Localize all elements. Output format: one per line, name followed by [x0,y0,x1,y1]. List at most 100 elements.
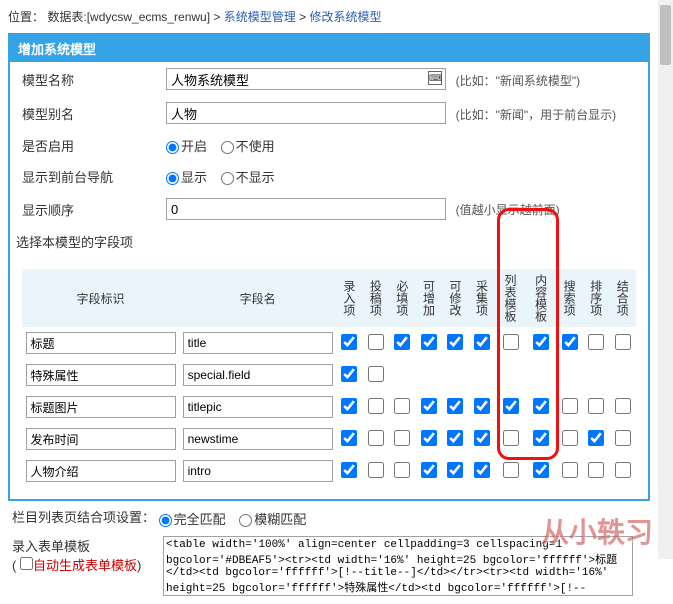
field-checkbox[interactable] [533,430,549,446]
field-id-input[interactable] [26,396,176,418]
field-name-input[interactable] [183,460,333,482]
field-checkbox[interactable] [474,462,490,478]
field-checkbox[interactable] [447,398,463,414]
th-sort-item: 排序项 [583,269,610,327]
field-checkbox[interactable] [394,430,410,446]
field-checkbox[interactable] [474,398,490,414]
breadcrumb-datasource: 数据表:[wdycsw_ecms_renwu] [47,10,210,24]
table-row [22,391,636,423]
field-checkbox[interactable] [394,398,410,414]
settings-label: 栏目列表页结合项设置： [8,510,155,525]
window-scrollbar[interactable] [658,0,673,559]
table-row [22,327,636,359]
label-show-nav: 显示到前台导航 [10,161,160,192]
match-full-radio[interactable] [159,514,172,527]
auto-gen-checkbox[interactable] [20,557,33,570]
field-checkbox[interactable] [368,334,384,350]
field-name-input[interactable] [183,364,333,386]
field-checkbox[interactable] [588,462,604,478]
field-checkbox[interactable] [533,398,549,414]
enable-off-radio[interactable] [221,141,234,154]
field-checkbox[interactable] [394,334,410,350]
match-full-label: 完全匹配 [174,512,226,527]
order-input[interactable] [166,198,446,220]
field-checkbox[interactable] [503,398,519,414]
field-checkbox[interactable] [533,334,549,350]
enable-on-label: 开启 [181,139,207,154]
th-collect-item: 采集项 [469,269,496,327]
field-checkbox[interactable] [421,398,437,414]
field-checkbox[interactable] [447,334,463,350]
field-checkbox[interactable] [562,334,578,350]
field-checkbox[interactable] [341,462,357,478]
fields-table: 字段标识 字段名 录入项 投稿项 必填项 可增加 可修改 采集项 列表模板 内容… [22,269,636,487]
th-submit-item: 投稿项 [363,269,390,327]
model-name-input[interactable] [166,68,446,90]
field-id-input[interactable] [26,332,176,354]
field-name-input[interactable] [183,428,333,450]
field-checkbox[interactable] [615,334,631,350]
field-checkbox[interactable] [588,334,604,350]
th-content-tpl: 内容模板 [526,269,557,327]
template-textarea[interactable] [163,536,633,596]
breadcrumb-link-model-mgmt[interactable]: 系统模型管理 [224,10,296,24]
field-checkbox[interactable] [562,398,578,414]
match-fuzzy-radio[interactable] [239,514,252,527]
scrollbar-thumb[interactable] [660,5,671,65]
field-checkbox[interactable] [341,366,357,382]
show-off-radio[interactable] [221,172,234,185]
field-checkbox[interactable] [421,462,437,478]
th-search-item: 搜索项 [556,269,583,327]
field-checkbox[interactable] [588,398,604,414]
field-checkbox[interactable] [533,462,549,478]
field-checkbox[interactable] [421,334,437,350]
field-checkbox[interactable] [447,462,463,478]
field-checkbox[interactable] [615,462,631,478]
label-model-name: 模型名称 [10,62,160,96]
table-row [22,455,636,487]
auto-gen-label: 自动生成表单模板 [33,558,137,573]
panel-title: 增加系统模型 [10,35,648,62]
field-checkbox[interactable] [503,334,519,350]
th-required-item: 必填项 [389,269,416,327]
main-panel: 增加系统模型 模型名称 ⌨ (比如："新闻系统模型") 模型别名 (比如："新闻… [8,33,650,501]
field-checkbox[interactable] [341,334,357,350]
th-field-name: 字段名 [179,269,336,327]
field-checkbox[interactable] [368,430,384,446]
match-fuzzy-label: 模糊匹配 [254,512,306,527]
field-name-input[interactable] [183,332,333,354]
field-checkbox[interactable] [368,462,384,478]
field-checkbox[interactable] [503,430,519,446]
show-on-label: 显示 [181,170,207,185]
th-combine-item: 结合项 [609,269,636,327]
model-alias-input[interactable] [166,102,446,124]
field-name-input[interactable] [183,396,333,418]
field-checkbox[interactable] [368,398,384,414]
label-model-alias: 模型别名 [10,96,160,130]
enable-off-label: 不使用 [236,139,275,154]
field-id-input[interactable] [26,428,176,450]
field-id-input[interactable] [26,364,176,386]
field-checkbox[interactable] [588,430,604,446]
show-on-radio[interactable] [166,172,179,185]
ime-icon: ⌨ [428,71,442,85]
field-checkbox[interactable] [474,334,490,350]
template-label: 录入表单模板 [12,536,163,555]
field-checkbox[interactable] [562,430,578,446]
field-checkbox[interactable] [615,430,631,446]
field-checkbox[interactable] [368,366,384,382]
breadcrumb-link-edit-model[interactable]: 修改系统模型 [309,10,381,24]
field-checkbox[interactable] [394,462,410,478]
enable-on-radio[interactable] [166,141,179,154]
field-checkbox[interactable] [421,430,437,446]
field-checkbox[interactable] [447,430,463,446]
field-checkbox[interactable] [615,398,631,414]
field-checkbox[interactable] [503,462,519,478]
field-id-input[interactable] [26,460,176,482]
breadcrumb: 位置： 数据表:[wdycsw_ecms_renwu] > 系统模型管理 > 修… [8,4,650,33]
field-checkbox[interactable] [474,430,490,446]
field-checkbox[interactable] [562,462,578,478]
field-checkbox[interactable] [341,398,357,414]
field-checkbox[interactable] [341,430,357,446]
list-combine-settings: 栏目列表页结合项设置： 完全匹配 模糊匹配 [8,501,650,532]
